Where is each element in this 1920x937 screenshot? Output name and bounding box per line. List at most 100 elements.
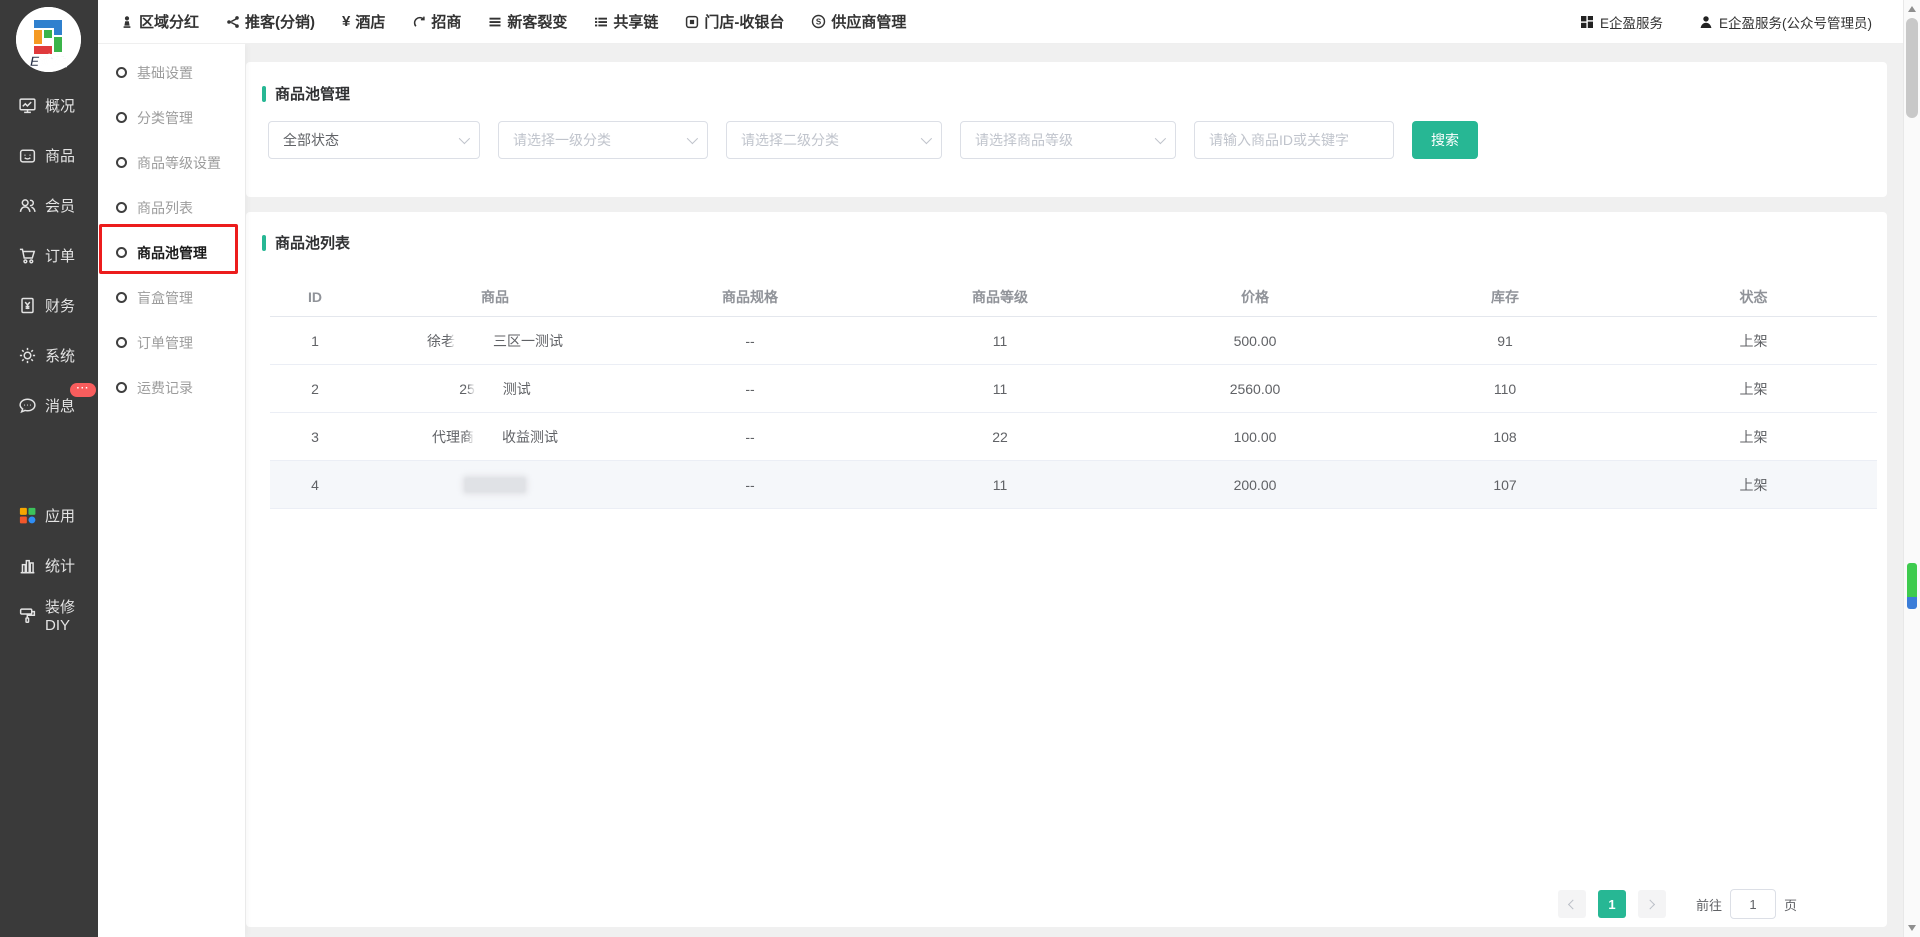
topnav-item-fission[interactable]: 新客裂变 (488, 11, 567, 32)
search-button[interactable]: 搜索 (1412, 121, 1478, 159)
submenu-item-order-mgmt[interactable]: 订单管理 (98, 320, 245, 365)
cell-id: 1 (270, 333, 360, 349)
topnav-item-supplier[interactable]: S 供应商管理 (811, 11, 906, 32)
service-menu[interactable]: E企盈服务 (1580, 12, 1663, 32)
topnav-item-region-bonus[interactable]: 区域分红 (120, 11, 199, 32)
svg-text:S: S (816, 17, 822, 26)
submenu-item-label: 盲盒管理 (137, 288, 193, 308)
topnav-item-investment[interactable]: 招商 (412, 11, 461, 32)
cell-level: 11 (870, 333, 1130, 349)
list-icon (594, 15, 608, 29)
sidebar-item-members[interactable]: 会员 (0, 180, 98, 230)
account-menu[interactable]: E企盈服务(公众号管理员) (1699, 12, 1872, 32)
store-icon (685, 15, 699, 29)
sidebar-item-goods[interactable]: 商品 (0, 130, 98, 180)
category2-select-placeholder: 请选择二级分类 (741, 130, 839, 150)
category1-select-placeholder: 请选择一级分类 (513, 130, 611, 150)
sidebar-item-label: 商品 (45, 145, 75, 166)
submenu-item-level-settings[interactable]: 商品等级设置 (98, 140, 245, 185)
submenu-item-label: 运费记录 (137, 378, 193, 398)
page-title: 商品池管理 (275, 83, 350, 104)
submenu-item-blindbox-mgmt[interactable]: 盲盒管理 (98, 275, 245, 320)
app-logo[interactable]: E企盈 (16, 7, 81, 72)
topnav-label: 供应商管理 (831, 11, 906, 32)
cell-product-name: 代理商收益测试 (360, 427, 630, 447)
svg-text:E企盈: E企盈 (30, 53, 69, 69)
goto-page-input[interactable] (1730, 889, 1776, 919)
chevron-down-icon (921, 133, 932, 144)
topnav-item-hotel[interactable]: ¥ 酒店 (342, 11, 385, 32)
sidebar-item-label: 订单 (45, 245, 75, 266)
scroll-up-arrow-icon[interactable] (1908, 6, 1916, 12)
cell-stock: 91 (1380, 333, 1630, 349)
sidebar-item-stats[interactable]: 统计 (0, 540, 98, 590)
sidebar-item-label: 会员 (45, 195, 75, 216)
scroll-down-arrow-icon[interactable] (1908, 925, 1916, 931)
submenu-item-label: 基础设置 (137, 63, 193, 83)
cell-level: 22 (870, 429, 1130, 445)
submenu-item-goods-pool-mgmt[interactable]: 商品池管理 (98, 230, 245, 275)
next-page-button[interactable] (1638, 890, 1666, 918)
page-unit-label: 页 (1784, 895, 1797, 914)
sidebar-item-diy[interactable]: 装修DIY (0, 590, 98, 640)
service-label: E企盈服务 (1600, 12, 1663, 32)
main-sidebar: E企盈 概况 商品 会员 订单 财务 (0, 0, 98, 937)
title-accent-bar (262, 235, 266, 251)
sidebar-item-system[interactable]: 系统 (0, 330, 98, 380)
table-row: 2 25测试 -- 11 2560.00 110 上架 (270, 365, 1877, 413)
submenu-item-freight-records[interactable]: 运费记录 (98, 365, 245, 410)
status-select[interactable]: 全部状态 (268, 121, 480, 159)
members-icon (18, 196, 37, 215)
top-navbar: 区域分红 推客(分销) ¥ 酒店 招商 新客裂变 共享链 (98, 0, 1920, 44)
page-1-button[interactable]: 1 (1598, 890, 1626, 918)
cell-price: 100.00 (1130, 429, 1380, 445)
col-header-id: ID (270, 289, 360, 305)
sidebar-item-overview[interactable]: 概况 (0, 80, 98, 130)
radio-dot-icon (116, 202, 127, 213)
title-accent-bar (262, 86, 266, 102)
submenu-item-category-mgmt[interactable]: 分类管理 (98, 95, 245, 140)
submenu-item-goods-list[interactable]: 商品列表 (98, 185, 245, 230)
filter-card: 商品池管理 全部状态 请选择一级分类 请选择二级分类 请选择商品等级 (246, 62, 1887, 197)
filter-row: 全部状态 请选择一级分类 请选择二级分类 请选择商品等级 搜索 (268, 121, 1865, 159)
chevron-down-icon (459, 133, 470, 144)
submenu-item-basic-settings[interactable]: 基础设置 (98, 50, 245, 95)
goods-submenu: 基础设置 分类管理 商品等级设置 商品列表 商品池管理 盲盒管理 订单管理 运 (98, 44, 245, 937)
scrollbar-thumb[interactable] (1906, 18, 1918, 118)
cell-level: 11 (870, 381, 1130, 397)
supplier-icon: S (811, 14, 826, 29)
share-icon (226, 15, 240, 29)
radio-dot-icon (116, 292, 127, 303)
category2-select[interactable]: 请选择二级分类 (726, 121, 942, 159)
chevron-right-icon (1646, 899, 1656, 909)
page-scrollbar[interactable] (1903, 0, 1920, 937)
cell-price: 500.00 (1130, 333, 1380, 349)
sidebar-item-apps[interactable]: 应用 (0, 490, 98, 540)
level-select[interactable]: 请选择商品等级 (960, 121, 1176, 159)
sidebar-item-finance[interactable]: 财务 (0, 280, 98, 330)
topnav-item-promoter[interactable]: 推客(分销) (226, 11, 315, 32)
scrollbar-marker-green (1907, 563, 1917, 597)
topnav-label: 推客(分销) (245, 11, 315, 32)
sidebar-item-orders[interactable]: 订单 (0, 230, 98, 280)
submenu-item-label: 商品等级设置 (137, 153, 221, 173)
table-row: 1 徐老三区一测试 -- 11 500.00 91 上架 (270, 317, 1877, 365)
goods-icon (18, 146, 37, 165)
goods-pool-table: ID 商品 商品规格 商品等级 价格 库存 状态 1 徐老三区一测试 -- 11… (270, 277, 1877, 509)
topnav-item-share-chain[interactable]: 共享链 (594, 11, 658, 32)
prev-page-button[interactable] (1558, 890, 1586, 918)
censor-blur (464, 477, 526, 493)
cell-stock: 108 (1380, 429, 1630, 445)
cell-level: 11 (870, 477, 1130, 493)
sidebar-item-messages[interactable]: 消息 ··· (0, 380, 98, 430)
chevron-down-icon (687, 133, 698, 144)
cell-status: 上架 (1630, 379, 1877, 399)
sidebar-item-label: 应用 (45, 505, 75, 526)
keyword-input[interactable] (1194, 121, 1394, 159)
category1-select[interactable]: 请选择一级分类 (498, 121, 708, 159)
cell-stock: 107 (1380, 477, 1630, 493)
table-row: 3 代理商收益测试 -- 22 100.00 108 上架 (270, 413, 1877, 461)
topnav-item-store-cashier[interactable]: 门店-收银台 (685, 11, 784, 32)
col-header-price: 价格 (1130, 287, 1380, 307)
topnav-label: 新客裂变 (507, 11, 567, 32)
